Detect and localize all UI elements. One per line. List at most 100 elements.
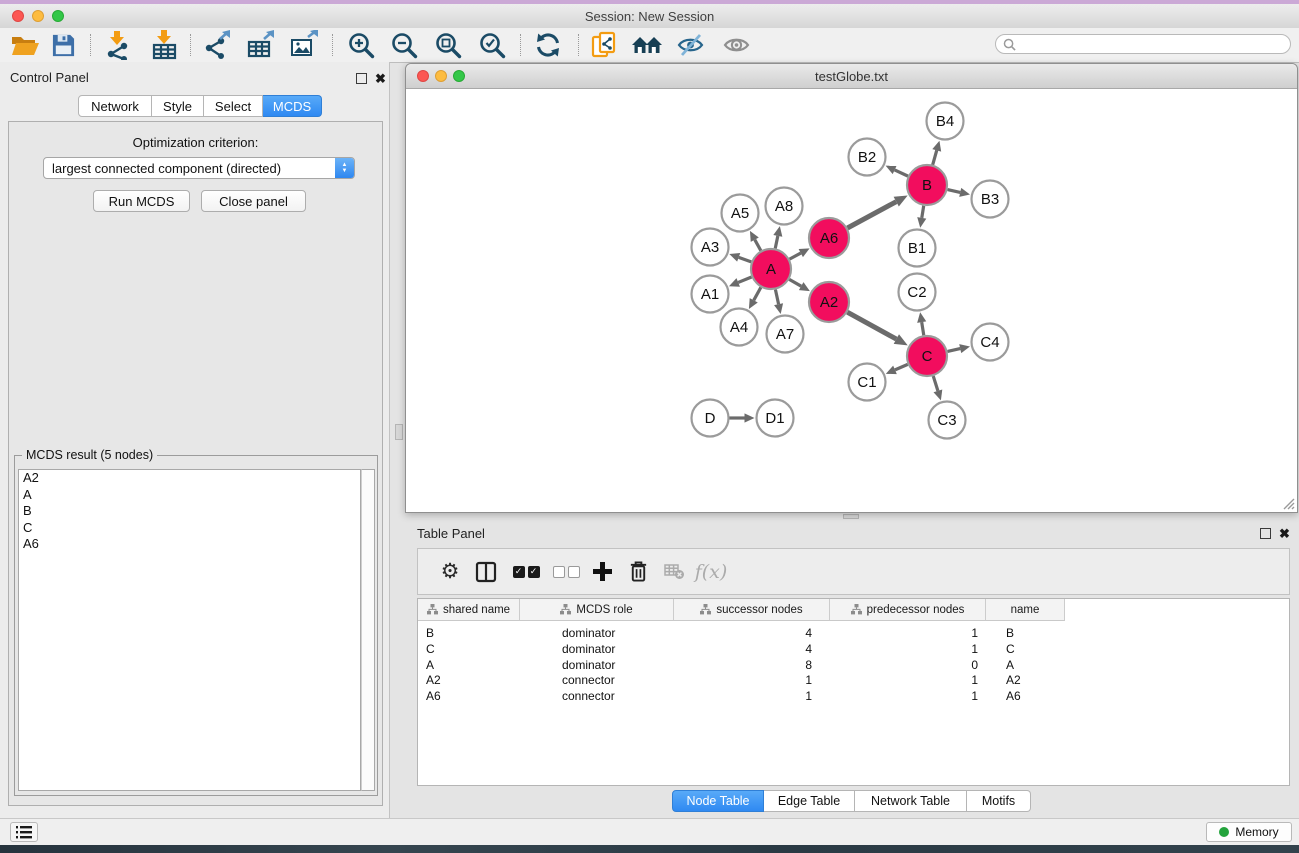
- horizontal-splitter-handle[interactable]: [843, 514, 859, 519]
- column-header-name[interactable]: name: [986, 599, 1065, 621]
- mcds-result-list[interactable]: A2ABCA6: [18, 469, 361, 791]
- select-all-rows-button[interactable]: ✓ ✓: [510, 549, 542, 594]
- run-mcds-button[interactable]: Run MCDS: [93, 190, 190, 212]
- graph-edge-A-A3[interactable]: [739, 257, 752, 262]
- close-panel-icon[interactable]: ✖: [375, 73, 386, 84]
- graph-edge-B-B2[interactable]: [895, 170, 908, 176]
- import-network-button[interactable]: [101, 30, 135, 60]
- cell-mcds_role[interactable]: connector: [520, 688, 674, 704]
- result-item[interactable]: C: [19, 520, 360, 537]
- cell-mcds_role[interactable]: dominator: [520, 641, 674, 657]
- graph-edge-C-C3[interactable]: [933, 376, 938, 391]
- result-item[interactable]: A2: [19, 470, 360, 487]
- graph-edge-B-B1[interactable]: [922, 206, 924, 218]
- table-row[interactable]: Cdominator41C: [418, 641, 1289, 657]
- graph-edge-B-B4[interactable]: [933, 150, 937, 164]
- graph-edge-A-A5[interactable]: [755, 240, 761, 251]
- float-panel-icon[interactable]: [356, 73, 367, 84]
- graph-edge-A-A7[interactable]: [775, 290, 778, 305]
- cell-predecessor_nodes[interactable]: 1: [830, 672, 986, 688]
- criterion-dropdown[interactable]: largest connected component (directed) ▲…: [43, 157, 355, 179]
- table-settings-button[interactable]: ⚙: [436, 549, 464, 594]
- import-table-button[interactable]: [148, 30, 182, 60]
- export-image-button[interactable]: [287, 30, 321, 60]
- cell-name[interactable]: A6: [986, 688, 1065, 704]
- cell-mcds_role[interactable]: connector: [520, 672, 674, 688]
- network-window-title-bar[interactable]: testGlobe.txt: [406, 64, 1297, 89]
- add-column-button[interactable]: [588, 549, 616, 594]
- result-item[interactable]: A: [19, 487, 360, 504]
- column-header-shared-name[interactable]: shared name: [418, 599, 520, 621]
- graph-edge-A-A6[interactable]: [790, 253, 801, 259]
- vertical-splitter-handle[interactable]: [395, 424, 403, 440]
- delete-column-button[interactable]: [624, 549, 652, 594]
- column-header-MCDS-role[interactable]: MCDS role: [520, 599, 674, 621]
- tab-edge-table[interactable]: Edge Table: [764, 790, 855, 812]
- zoom-out-button[interactable]: [387, 30, 421, 60]
- cell-shared_name[interactable]: B: [418, 625, 520, 641]
- column-header-predecessor-nodes[interactable]: predecessor nodes: [830, 599, 986, 621]
- zoom-selected-button[interactable]: [475, 30, 509, 60]
- graph-edge-A-A4[interactable]: [754, 287, 761, 300]
- clone-network-button[interactable]: [588, 30, 622, 60]
- cell-successor_nodes[interactable]: 8: [674, 657, 830, 673]
- graph-edge-A6-B[interactable]: [847, 202, 896, 228]
- table-row[interactable]: Adominator80A: [418, 657, 1289, 673]
- cell-predecessor_nodes[interactable]: 1: [830, 625, 986, 641]
- column-visibility-button[interactable]: [471, 549, 501, 594]
- export-network-button[interactable]: [201, 30, 235, 60]
- cell-name[interactable]: A: [986, 657, 1065, 673]
- table-row[interactable]: Bdominator41B: [418, 625, 1289, 641]
- task-history-button[interactable]: [10, 822, 38, 842]
- graph-edge-C-C4[interactable]: [947, 349, 960, 352]
- search-box[interactable]: [995, 34, 1291, 54]
- result-list-scrollbar[interactable]: [361, 469, 375, 791]
- cell-shared_name[interactable]: A2: [418, 672, 520, 688]
- delete-table-button[interactable]: [660, 549, 688, 594]
- apply-function-button[interactable]: f(x): [694, 549, 728, 594]
- save-session-button[interactable]: [46, 30, 80, 60]
- table-row[interactable]: A2connector11A2: [418, 672, 1289, 688]
- memory-button[interactable]: Memory: [1206, 822, 1292, 842]
- tab-node-table[interactable]: Node Table: [672, 790, 764, 812]
- close-panel-icon[interactable]: ✖: [1279, 528, 1290, 539]
- zoom-in-button[interactable]: [344, 30, 378, 60]
- cell-name[interactable]: C: [986, 641, 1065, 657]
- graph-edge-A-A2[interactable]: [789, 279, 801, 286]
- cell-mcds_role[interactable]: dominator: [520, 625, 674, 641]
- cell-shared_name[interactable]: A: [418, 657, 520, 673]
- cell-successor_nodes[interactable]: 1: [674, 672, 830, 688]
- zoom-fit-button[interactable]: [431, 30, 465, 60]
- cell-shared_name[interactable]: A6: [418, 688, 520, 704]
- resize-grip-icon[interactable]: [1282, 497, 1295, 510]
- tab-mcds[interactable]: MCDS: [263, 95, 322, 117]
- column-header-successor-nodes[interactable]: successor nodes: [674, 599, 830, 621]
- tab-network-table[interactable]: Network Table: [855, 790, 967, 812]
- result-item[interactable]: B: [19, 503, 360, 520]
- search-input[interactable]: [1016, 36, 1290, 52]
- tab-style[interactable]: Style: [152, 95, 204, 117]
- cell-name[interactable]: A2: [986, 672, 1065, 688]
- node-table[interactable]: shared nameMCDS rolesuccessor nodesprede…: [417, 598, 1290, 786]
- graph-edge-A-A1[interactable]: [738, 277, 751, 282]
- graph-edge-A-A8[interactable]: [775, 236, 778, 249]
- cell-successor_nodes[interactable]: 1: [674, 688, 830, 704]
- cell-predecessor_nodes[interactable]: 1: [830, 688, 986, 704]
- tab-motifs[interactable]: Motifs: [967, 790, 1031, 812]
- cell-successor_nodes[interactable]: 4: [674, 641, 830, 657]
- show-graphics-details-button[interactable]: [719, 30, 753, 60]
- cell-name[interactable]: B: [986, 625, 1065, 641]
- network-graph-canvas[interactable]: B4B2BB3A5A8A6B1A3AC2A1A2A4A7C4CC1C3DD1: [406, 89, 1297, 512]
- tab-network[interactable]: Network: [78, 95, 152, 117]
- table-row[interactable]: A6connector11A6: [418, 688, 1289, 704]
- hide-graphics-details-button[interactable]: [673, 30, 707, 60]
- open-session-button[interactable]: [8, 30, 42, 60]
- float-panel-icon[interactable]: [1260, 528, 1271, 539]
- export-table-button[interactable]: [244, 30, 278, 60]
- cell-successor_nodes[interactable]: 4: [674, 625, 830, 641]
- graph-edge-B-B3[interactable]: [947, 190, 960, 193]
- deselect-all-rows-button[interactable]: [550, 549, 582, 594]
- cell-predecessor_nodes[interactable]: 0: [830, 657, 986, 673]
- apply-layout-button[interactable]: [531, 30, 565, 60]
- cell-mcds_role[interactable]: dominator: [520, 657, 674, 673]
